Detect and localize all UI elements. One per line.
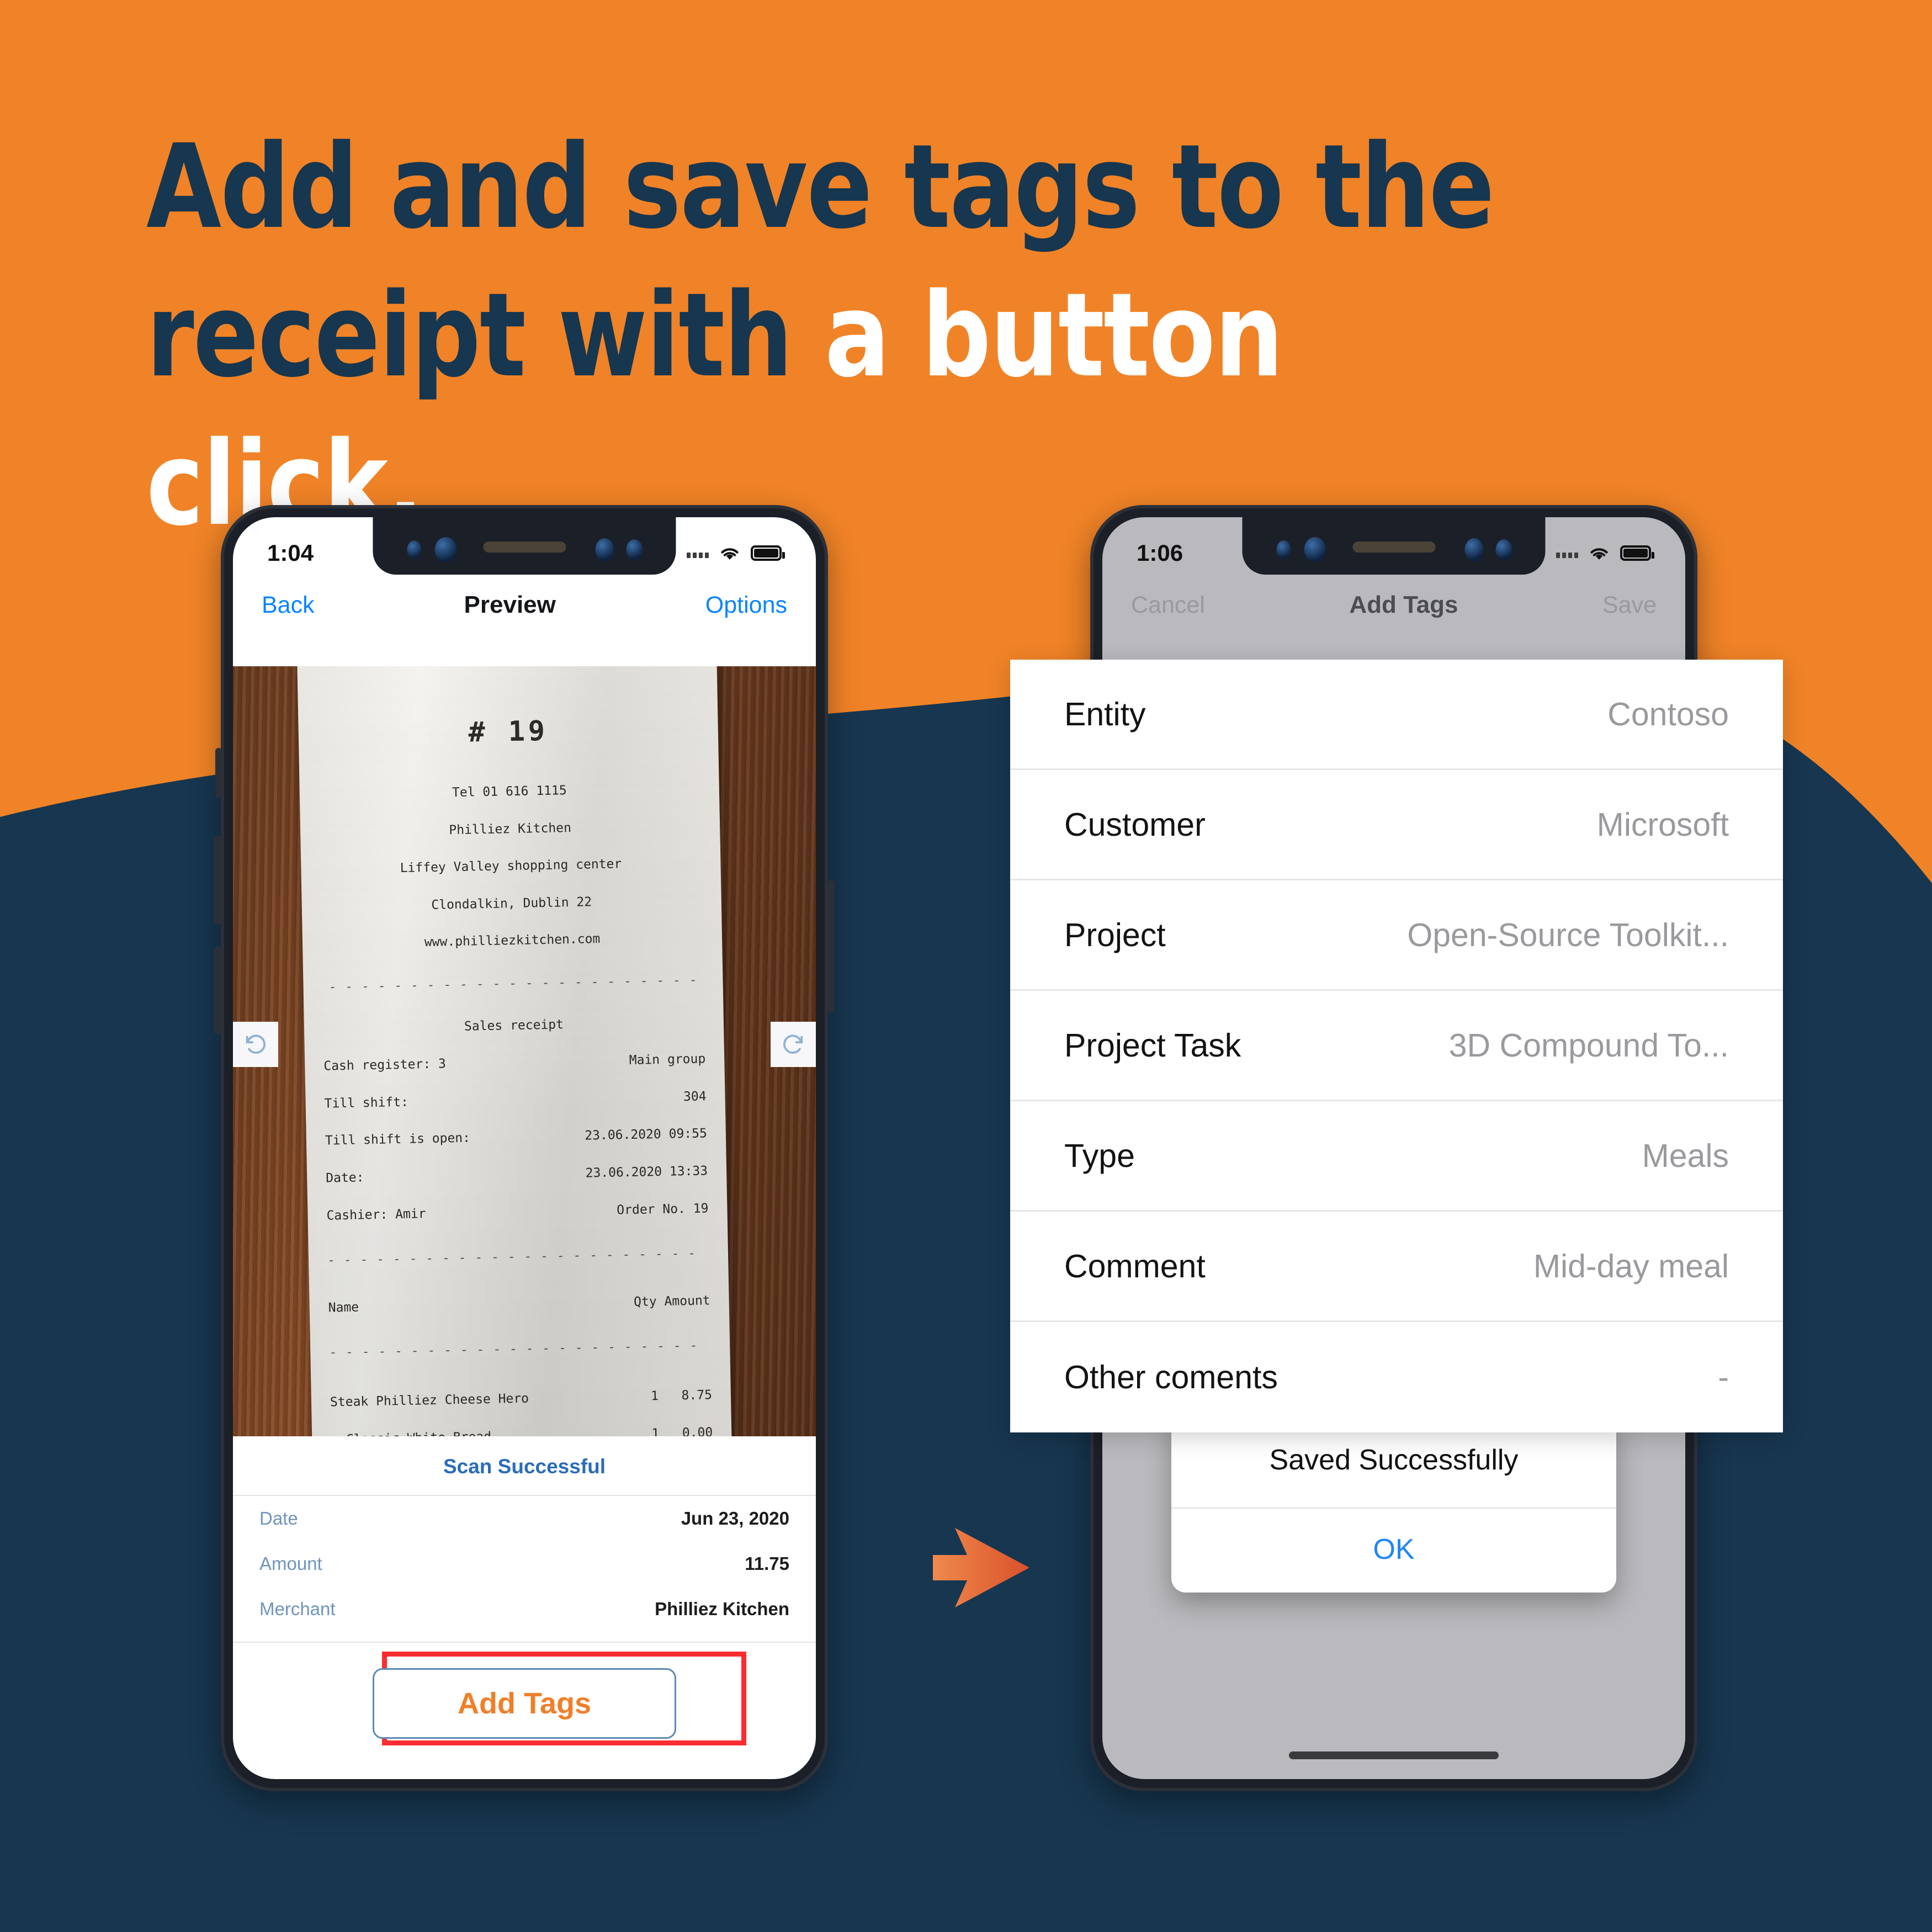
tag-value: 3D Compound To...	[1448, 1027, 1729, 1064]
tag-label: Entity	[1064, 696, 1146, 733]
status-indicators	[687, 544, 785, 562]
status-time: 1:06	[1137, 540, 1183, 566]
tag-row-comment[interactable]: Comment Mid-day meal	[1010, 1212, 1783, 1322]
receipt-text: # 19 Tel 01 616 1115 Philliez Kitchen Li…	[298, 689, 742, 1436]
field-label: Merchant	[259, 1599, 336, 1619]
preview-title: Preview	[464, 591, 556, 618]
addtags-nav-bar: Cancel Add Tags Save	[1102, 575, 1685, 635]
addtags-title: Add Tags	[1349, 591, 1458, 618]
receipt-photo[interactable]: # 19 Tel 01 616 1115 Philliez Kitchen Li…	[233, 666, 816, 1436]
scan-status: Scan Successful	[233, 1436, 816, 1495]
content-spacer	[233, 635, 816, 666]
receipt-tel: Tel 01 616 1115	[452, 783, 567, 800]
receipt-item-row: Steak Philliez Cheese Hero 1 8.75	[330, 1388, 713, 1410]
tag-value: Open-Source Toolkit...	[1407, 916, 1729, 953]
field-value: Philliez Kitchen	[655, 1599, 789, 1619]
tag-row-entity[interactable]: Entity Contoso	[1010, 660, 1783, 770]
receipt-meta-row: Cashier: Amir Order No. 19	[326, 1201, 709, 1223]
receipt-website: www.philliezkitchen.com	[424, 932, 601, 950]
tag-label: Customer	[1064, 806, 1206, 843]
options-button[interactable]: Options	[705, 592, 787, 619]
tag-value: Mid-day meal	[1533, 1248, 1729, 1285]
add-tags-section: Add Tags	[233, 1643, 816, 1745]
receipt-meta-row: Date: 23.06.2020 13:33	[325, 1164, 708, 1186]
field-row-date[interactable]: Date Jun 23, 2020	[233, 1496, 816, 1541]
add-tags-list: Entity Contoso Customer Microsoft Projec…	[1010, 660, 1783, 1432]
headline-line-1: Add and save tags to the	[146, 119, 1495, 254]
tag-label: Comment	[1064, 1248, 1206, 1285]
signal-icon	[1556, 548, 1578, 558]
paper-receipt: # 19 Tel 01 616 1115 Philliez Kitchen Li…	[297, 666, 732, 1436]
phone-preview-device: 1:04 Back Preview Options # 19 Tel 01 61…	[214, 505, 835, 1791]
back-button[interactable]: Back	[262, 592, 315, 619]
tag-label: Other coments	[1064, 1359, 1278, 1395]
field-row-amount[interactable]: Amount 11.75	[233, 1541, 816, 1586]
receipt-address-1: Liffey Valley shopping center	[400, 857, 622, 876]
field-row-merchant[interactable]: Merchant Philliez Kitchen	[233, 1586, 816, 1632]
tag-label: Project Task	[1064, 1027, 1241, 1064]
tag-label: Type	[1064, 1137, 1135, 1174]
receipt-item-row: Classic White Bread1 0.00	[346, 1425, 713, 1436]
headline-line-2-dark: receipt with	[146, 267, 825, 403]
receipt-divider: - - - - - - - - - - - - - - - - - - - - …	[328, 973, 698, 995]
field-label: Date	[259, 1508, 298, 1528]
receipt-address-2: Clondalkin, Dublin 22	[431, 895, 592, 912]
alert-ok-button[interactable]: OK	[1171, 1509, 1616, 1593]
preview-nav-bar: Back Preview Options	[233, 575, 816, 635]
wifi-icon	[721, 548, 739, 560]
status-time: 1:04	[267, 540, 314, 566]
tag-row-type[interactable]: Type Meals	[1010, 1101, 1783, 1212]
tag-row-other-coments[interactable]: Other coments -	[1010, 1322, 1783, 1432]
receipt-meta-row: Cash register: 3 Main group	[323, 1052, 706, 1074]
home-indicator[interactable]	[1289, 1751, 1499, 1759]
tag-value: -	[1718, 1359, 1729, 1395]
field-value: Jun 23, 2020	[681, 1508, 789, 1528]
receipt-divider: - - - - - - - - - - - - - - - - - - - - …	[329, 1339, 698, 1360]
page-title: Add and save tags to the receipt with a …	[146, 113, 1532, 558]
wifi-icon	[1590, 548, 1608, 560]
arrow-right-icon	[933, 1528, 1029, 1607]
status-indicators	[1556, 544, 1654, 562]
add-tags-button[interactable]: Add Tags	[373, 1668, 676, 1739]
field-label: Amount	[259, 1553, 322, 1574]
receipt-columns-header: Name Qty Amount	[328, 1293, 710, 1315]
receipt-meta-row: Till shift is open: 23.06.2020 09:55	[325, 1126, 708, 1149]
signal-icon	[687, 548, 709, 558]
status-bar: 1:04	[233, 517, 816, 575]
receipt-divider: - - - - - - - - - - - - - - - - - - - - …	[327, 1246, 697, 1268]
tag-value: Microsoft	[1596, 806, 1729, 843]
tag-value: Contoso	[1607, 696, 1729, 733]
volume-down-button[interactable]	[214, 947, 222, 1035]
tag-label: Project	[1064, 916, 1166, 953]
field-value: 11.75	[745, 1553, 789, 1574]
volume-up-button[interactable]	[214, 836, 222, 925]
tag-row-project-task[interactable]: Project Task 3D Compound To...	[1010, 991, 1783, 1101]
rotate-clockwise-icon[interactable]	[771, 1022, 816, 1067]
tag-row-project[interactable]: Project Open-Source Toolkit...	[1010, 880, 1783, 991]
rotate-counterclockwise-icon[interactable]	[233, 1022, 278, 1067]
battery-icon	[751, 545, 785, 561]
tag-value: Meals	[1642, 1137, 1729, 1174]
receipt-doc-type: Sales receipt	[464, 1017, 564, 1034]
receipt-meta-row: Till shift: 304	[324, 1089, 707, 1111]
mute-switch[interactable]	[215, 748, 222, 798]
cancel-button[interactable]: Cancel	[1131, 592, 1205, 619]
battery-icon	[1620, 545, 1654, 561]
saved-alert-dialog: Saved Successfully OK	[1171, 1411, 1616, 1593]
receipt-number: # 19	[468, 714, 549, 749]
status-bar: 1:06	[1102, 517, 1685, 575]
save-button[interactable]: Save	[1602, 592, 1657, 619]
tag-row-customer[interactable]: Customer Microsoft	[1010, 770, 1783, 880]
receipt-merchant: Philliez Kitchen	[449, 820, 572, 837]
phone-preview-screen: 1:04 Back Preview Options # 19 Tel 01 61…	[233, 517, 816, 1779]
power-button[interactable]	[827, 880, 835, 1013]
